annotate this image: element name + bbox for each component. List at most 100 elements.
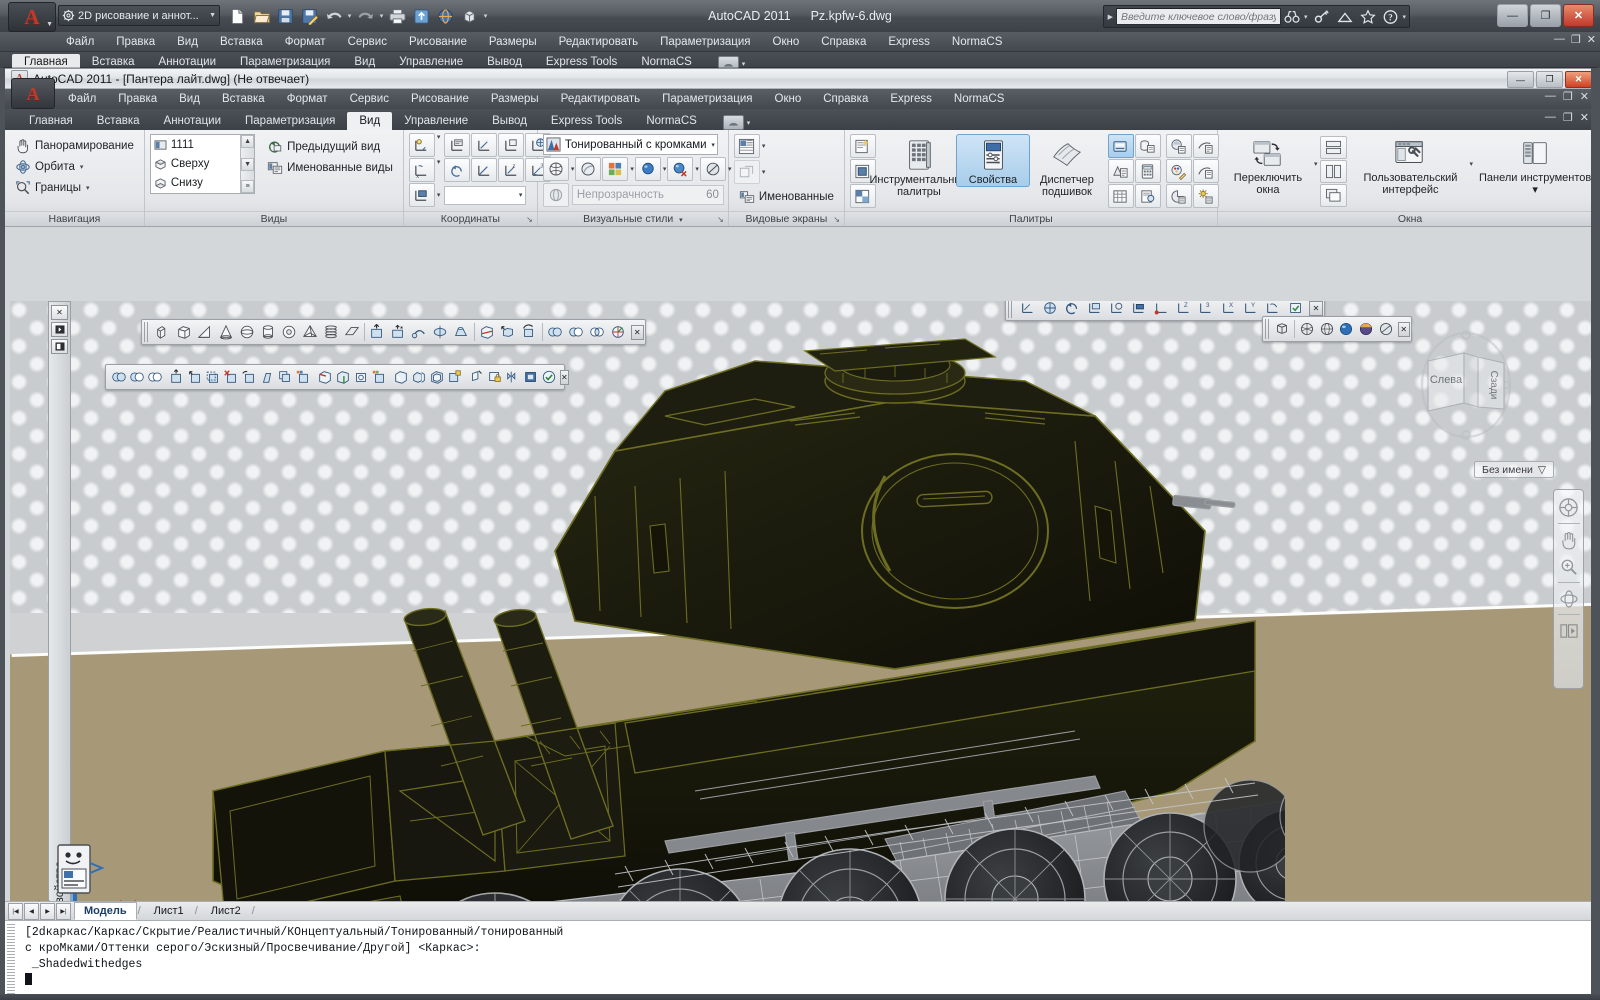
- caret-icon[interactable]: ▾: [437, 133, 441, 157]
- tile-horizontally-button[interactable]: [1320, 136, 1348, 159]
- menu-item-4[interactable]: Формат: [276, 89, 339, 109]
- restore-icon[interactable]: ❐: [1563, 90, 1573, 103]
- menu-item-13[interactable]: NormaCS: [943, 89, 1015, 109]
- ucs-object-button[interactable]: [471, 158, 498, 182]
- last-layout-icon[interactable]: ▶|: [56, 902, 71, 920]
- close-icon[interactable]: ✕: [51, 305, 68, 320]
- palette-a2-button[interactable]: [1165, 159, 1192, 183]
- ucs-yrotate-icon[interactable]: Y: [1240, 301, 1262, 320]
- view-item-top[interactable]: Сверху: [151, 154, 254, 173]
- user-interface-button[interactable]: Пользовательский интерфейс: [1352, 134, 1468, 197]
- section-plane-icon[interactable]: [477, 320, 498, 344]
- ucs-xrotate-button[interactable]: x: [408, 158, 435, 182]
- menu-item-13[interactable]: NormaCS: [941, 32, 1013, 52]
- cone-icon[interactable]: [215, 320, 236, 344]
- imprint-icon[interactable]: [352, 365, 370, 389]
- visual-style-shadow-button[interactable]: [634, 157, 661, 181]
- caret-icon[interactable]: ▽: [1538, 464, 1546, 476]
- chevron-right-icon[interactable]: ▶: [1108, 13, 1113, 21]
- inner-application-menu-button[interactable]: A: [11, 78, 55, 109]
- menu-item-0[interactable]: Файл: [57, 89, 107, 109]
- caret-icon[interactable]: ▾: [1402, 13, 1406, 21]
- color-faces-icon[interactable]: [294, 365, 312, 389]
- caret-icon[interactable]: ▾: [80, 163, 84, 171]
- delete-faces-icon[interactable]: [222, 365, 240, 389]
- quickcalc-button[interactable]: [1134, 159, 1161, 183]
- ucs-combo[interactable]: ▾: [444, 185, 527, 205]
- render-icon[interactable]: [434, 5, 457, 28]
- palette-b3-button[interactable]: [1192, 184, 1219, 208]
- opacity-field[interactable]: Непрозрачность 60: [571, 185, 724, 205]
- realistic-icon[interactable]: [1336, 317, 1356, 341]
- menu-item-11[interactable]: Справка: [812, 89, 879, 109]
- question-icon[interactable]: ?: [1379, 6, 1402, 27]
- union-icon[interactable]: [545, 320, 566, 344]
- maximize-button[interactable]: ❐: [1530, 4, 1561, 27]
- ucs-origin-icon[interactable]: [1151, 301, 1173, 320]
- inner-minimize-button[interactable]: —: [1507, 71, 1534, 88]
- ucs-origin-button[interactable]: [498, 133, 525, 157]
- torus-icon[interactable]: [278, 320, 299, 344]
- viewport-config-button[interactable]: [733, 134, 760, 158]
- menu-item-12[interactable]: Express: [877, 32, 941, 52]
- 3d-wireframe-icon[interactable]: [1317, 317, 1337, 341]
- caret-icon[interactable]: ▾: [663, 165, 667, 173]
- scroll-up-icon[interactable]: ▲: [241, 135, 255, 148]
- caret-icon[interactable]: ▾: [679, 217, 683, 224]
- minimize-icon[interactable]: —: [1545, 90, 1556, 103]
- menu-item-3[interactable]: Вставка: [211, 89, 276, 109]
- palette-b2-button[interactable]: [1192, 159, 1219, 183]
- key-icon[interactable]: [1310, 6, 1333, 27]
- 3dmove-icon[interactable]: [498, 320, 519, 344]
- close-icon[interactable]: ✕: [1308, 301, 1323, 316]
- publish-icon[interactable]: [410, 5, 433, 28]
- signin-icon[interactable]: [1333, 6, 1356, 27]
- next-layout-icon[interactable]: ▶: [40, 902, 55, 920]
- menu-item-6[interactable]: Рисование: [400, 89, 480, 109]
- palette-a3-button[interactable]: [1165, 184, 1192, 208]
- 3d-hidden-icon[interactable]: [1297, 317, 1317, 341]
- pan-button[interactable]: Панорамирование: [10, 135, 139, 156]
- markup-set-button[interactable]: [1107, 159, 1134, 183]
- ucs-zaxis-icon[interactable]: Z: [1173, 301, 1195, 320]
- viewcube[interactable]: Слева Сзади: [1406, 323, 1526, 453]
- restore-icon[interactable]: ❐: [1571, 33, 1581, 46]
- panel-dialog-launcher-icon[interactable]: ↘: [526, 213, 533, 227]
- caret-icon[interactable]: ▾: [571, 165, 575, 173]
- chevron-down-icon[interactable]: ▼: [209, 12, 216, 19]
- close-icon[interactable]: ✕: [560, 369, 569, 385]
- ribbon-tab-1[interactable]: Вставка: [85, 112, 152, 130]
- 2d-wireframe-icon[interactable]: [1273, 317, 1293, 341]
- ucs-named-button[interactable]: [444, 133, 471, 157]
- subtract-icon[interactable]: [128, 365, 146, 389]
- menu-item-7[interactable]: Размеры: [480, 89, 550, 109]
- visual-style-facestyle-button[interactable]: [542, 157, 569, 181]
- caret-icon[interactable]: ▾: [711, 141, 715, 149]
- solid-lock-icon[interactable]: [486, 365, 504, 389]
- new-file-icon[interactable]: [226, 5, 249, 28]
- switch-windows-button[interactable]: Переключить окна: [1223, 134, 1313, 197]
- separate-icon[interactable]: [410, 365, 428, 389]
- menu-item-3[interactable]: Вставка: [209, 32, 274, 52]
- panel-dialog-launcher-icon[interactable]: ↘: [717, 213, 724, 227]
- loft-icon[interactable]: [451, 320, 472, 344]
- box-icon[interactable]: [173, 320, 194, 344]
- ribbon-tab-0[interactable]: Главная: [17, 112, 85, 130]
- tool-palettes-button[interactable]: Инструментальные палитры: [869, 134, 968, 199]
- ucs-face-icon[interactable]: [1084, 301, 1106, 320]
- rotate-faces-icon[interactable]: [240, 365, 258, 389]
- menu-item-12[interactable]: Express: [879, 89, 943, 109]
- new-palette-button[interactable]: [849, 134, 876, 158]
- zoom-extents-button[interactable]: Границы ▾: [10, 177, 95, 198]
- caret-icon[interactable]: ▾: [86, 184, 90, 192]
- caret-icon[interactable]: ▾: [482, 12, 489, 20]
- first-layout-icon[interactable]: |◀: [8, 902, 23, 920]
- polysolid-icon[interactable]: [152, 320, 173, 344]
- caret-icon[interactable]: ▾: [519, 191, 523, 199]
- menu-item-0[interactable]: Файл: [55, 32, 105, 52]
- offset-faces-icon[interactable]: [204, 365, 222, 389]
- minimize-icon[interactable]: —: [1554, 33, 1565, 46]
- auto-hide-icon[interactable]: [51, 322, 68, 337]
- ucs-view-icon[interactable]: [1128, 301, 1150, 320]
- ucs-3point-icon[interactable]: 3: [1195, 301, 1217, 320]
